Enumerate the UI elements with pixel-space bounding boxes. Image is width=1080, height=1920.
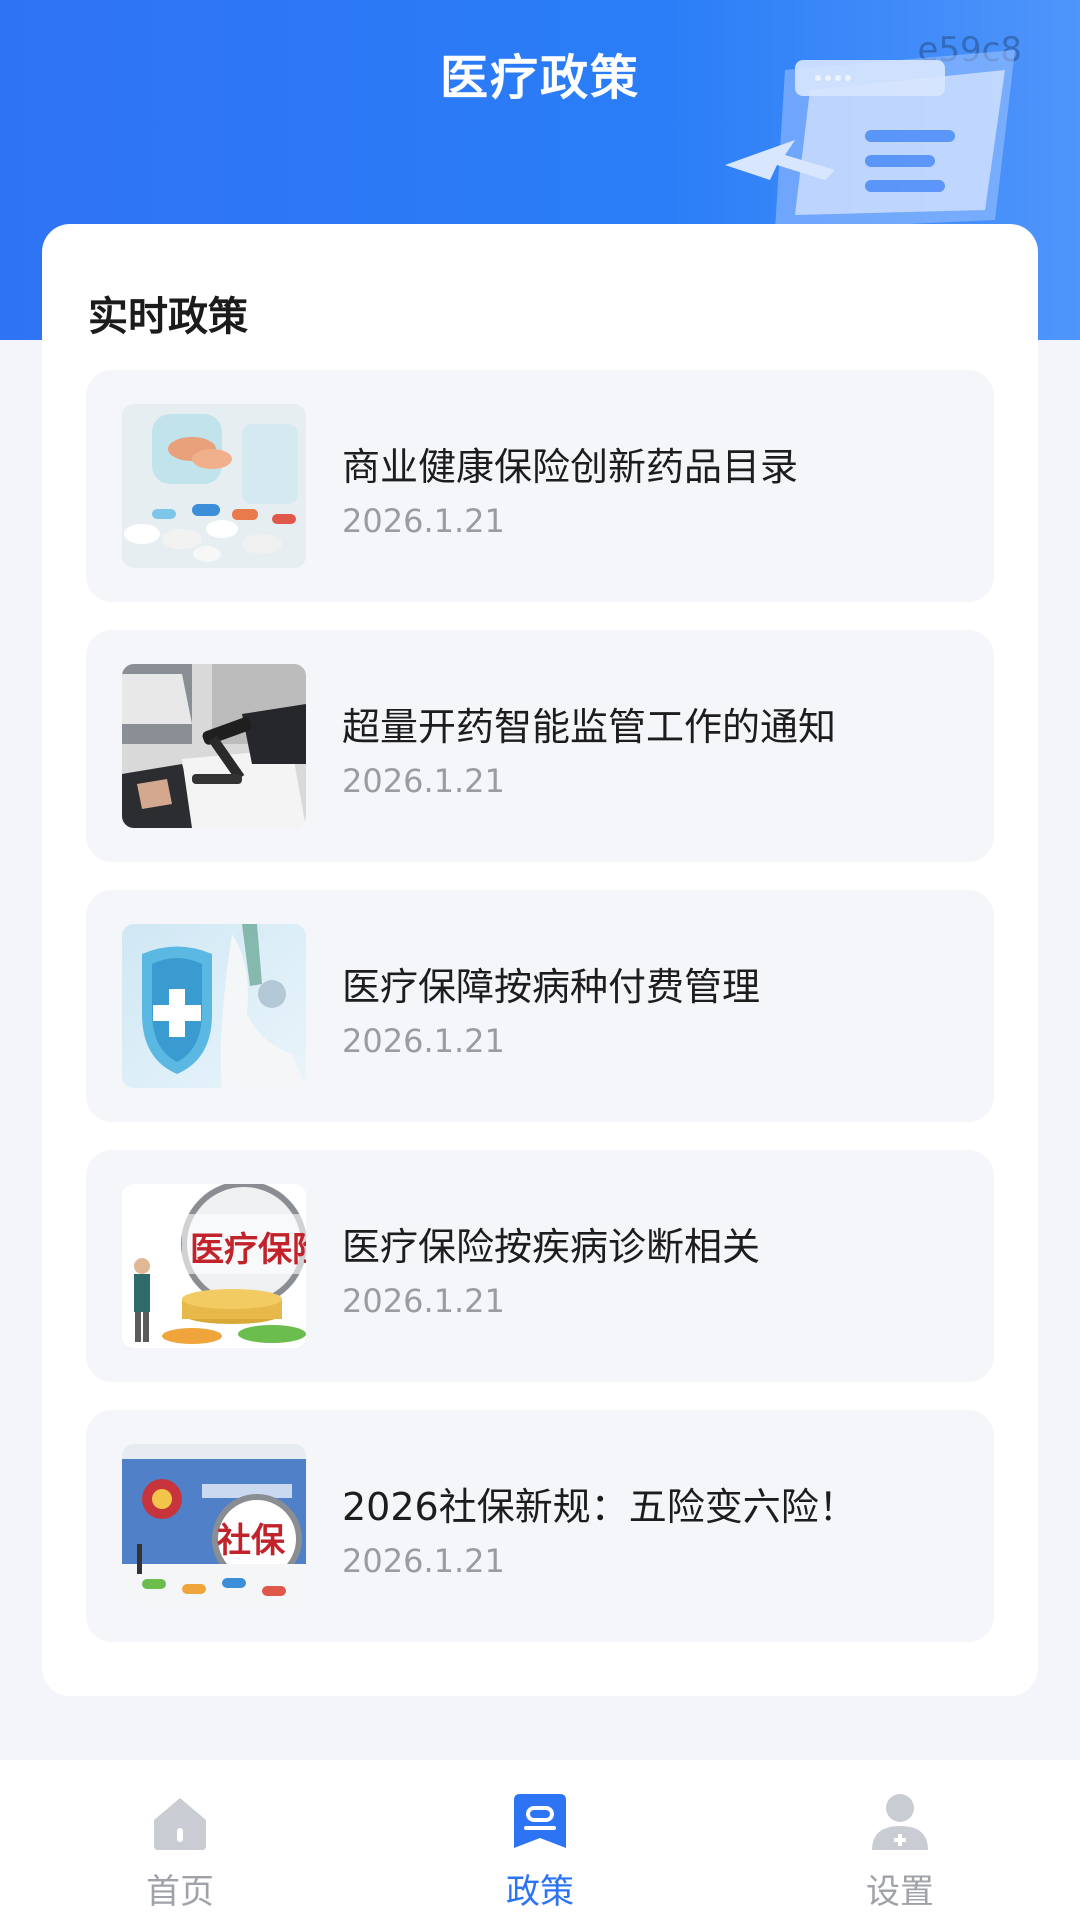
tab-label: 政策: [506, 1872, 574, 1912]
pills-image: [122, 404, 306, 568]
policy-title: 医疗保障按病种付费管理: [342, 965, 761, 1009]
policy-card: 实时政策 商业健康保险创新药品目录 2026.1.21 超量开药智能监管工作的通…: [42, 224, 1038, 1696]
medical-shield-image: [122, 924, 306, 1088]
policy-date: 2026.1.21: [342, 1022, 505, 1060]
policy-item[interactable]: 商业健康保险创新药品目录 2026.1.21: [86, 370, 994, 602]
tab-label: 首页: [146, 1872, 214, 1912]
user-settings-icon: [872, 1794, 928, 1850]
social-security-image: 社保: [122, 1444, 306, 1608]
gavel-document-image: [122, 664, 306, 828]
tab-settings[interactable]: 设置: [800, 1790, 1000, 1913]
policy-date: 2026.1.21: [342, 1282, 505, 1320]
policy-title: 2026社保新规：五险变六险！: [342, 1485, 857, 1529]
home-icon: [154, 1798, 206, 1850]
policy-title: 超量开药智能监管工作的通知: [342, 705, 837, 749]
policy-date: 2026.1.21: [342, 762, 505, 800]
policy-item[interactable]: 超量开药智能监管工作的通知 2026.1.21: [86, 630, 994, 862]
policy-list: 商业健康保险创新药品目录 2026.1.21 超量开药智能监管工作的通知 202…: [86, 370, 994, 1670]
tab-label: 设置: [866, 1872, 934, 1912]
bottom-tab-bar: 首页 政策 设置: [0, 1760, 1080, 1920]
policy-title: 商业健康保险创新药品目录: [342, 445, 799, 489]
sign-text: 社保: [217, 1521, 286, 1561]
tab-policy[interactable]: 政策: [440, 1790, 640, 1913]
policy-item[interactable]: 社保 2026社保新规：五险变六险！ 2026.1.21: [86, 1410, 994, 1642]
sign-text: 医疗保险: [190, 1230, 306, 1270]
policy-date: 2026.1.21: [342, 502, 505, 540]
policy-title: 医疗保险按疾病诊断相关: [342, 1225, 761, 1269]
policy-icon: [514, 1794, 566, 1848]
document-illustration: [725, 50, 1015, 230]
policy-item[interactable]: 医疗保险 医疗保险按疾病诊断相关 2026.1.21: [86, 1150, 994, 1382]
tab-home[interactable]: 首页: [80, 1790, 280, 1913]
medical-insurance-coins-image: 医疗保险: [122, 1184, 306, 1348]
policy-item[interactable]: 医疗保障按病种付费管理 2026.1.21: [86, 890, 994, 1122]
policy-date: 2026.1.21: [342, 1542, 505, 1580]
section-title: 实时政策: [88, 294, 248, 340]
